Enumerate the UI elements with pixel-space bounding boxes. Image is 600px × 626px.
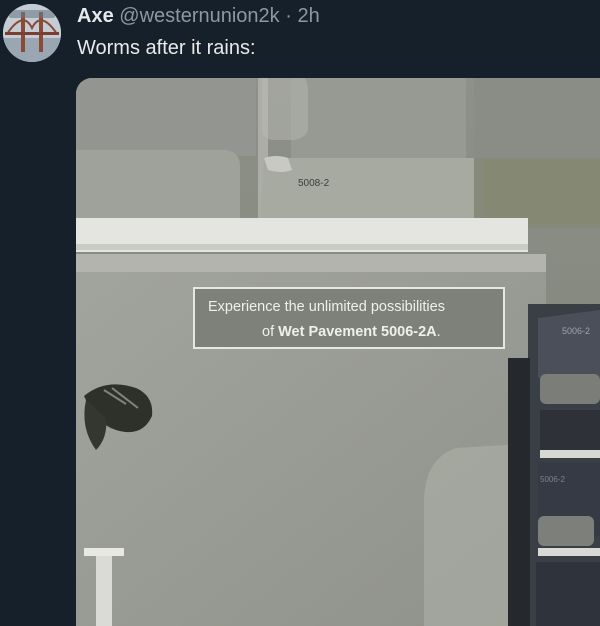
user-avatar[interactable] [3,4,61,62]
promo-line-1: Experience the unlimited possibilities [208,299,445,315]
promo-line-2-suffix: . [437,324,441,340]
paint-swatch-photo: 5008-2 Experience the unlimited possibil… [76,78,600,626]
promo-line-2-prefix: of [262,324,278,340]
promo-line-2: of Wet Pavement 5006-2A. [262,324,441,340]
display-name[interactable]: Axe [77,5,114,27]
tweet-timestamp[interactable]: 2h [297,5,319,27]
chip-code-right: 5006-2 [562,326,590,336]
tweet-text: Worms after it rains: [77,37,256,59]
tweet[interactable]: Axe @westernunion2k · 2h Worms after it … [0,0,600,626]
separator-dot: · [285,5,292,27]
tweet-header: Axe @westernunion2k · 2h [77,2,320,30]
chip-code-top: 5008-2 [298,178,330,189]
tweet-photo[interactable]: 5008-2 Experience the unlimited possibil… [76,78,600,626]
chip-code-right-lower: 5006-2 [540,475,565,484]
promo-product-name: Wet Pavement 5006-2A [278,324,437,340]
user-handle[interactable]: @westernunion2k [119,5,279,27]
avatar-image [3,4,61,62]
